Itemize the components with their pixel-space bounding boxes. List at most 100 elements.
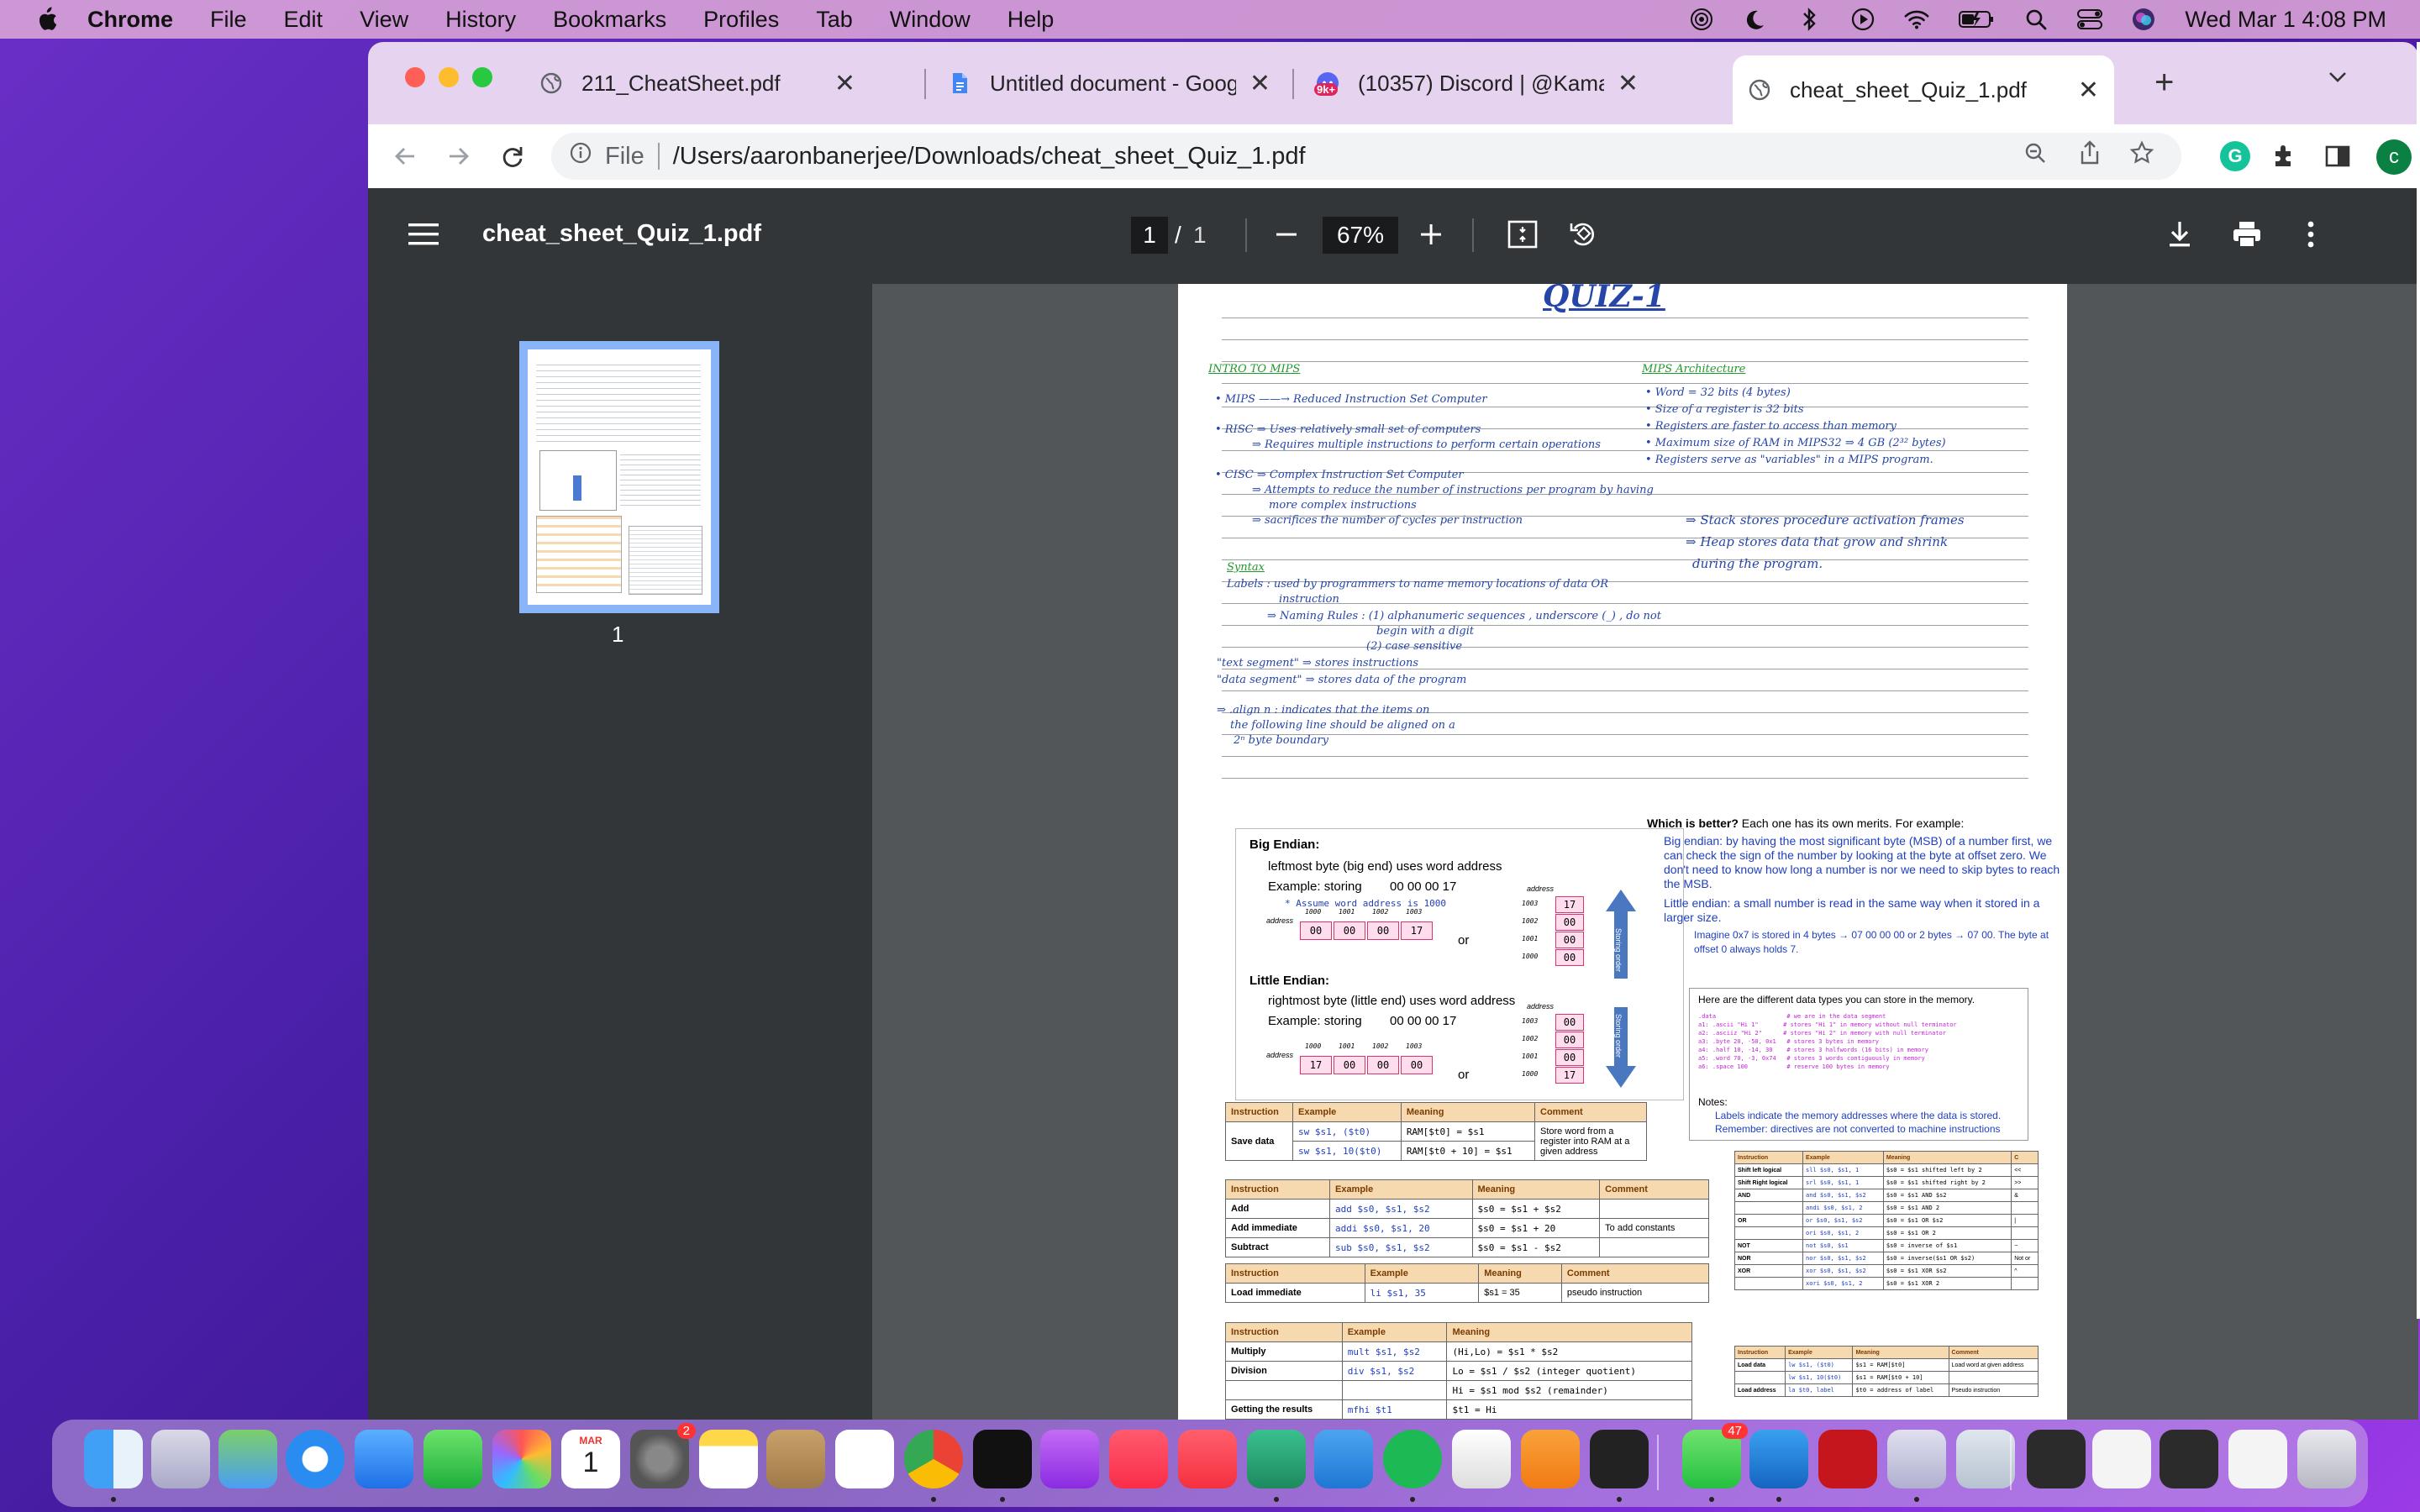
safari-icon[interactable] [286,1430,345,1488]
facetime-icon[interactable] [424,1430,482,1488]
zoom-level-input[interactable]: 67% [1323,217,1398,254]
table-row: Shift left logical sll $s0, $s1, 1 $s0 = $… [1733,1163,2039,1177]
trash-icon[interactable] [2297,1430,2356,1488]
byte-cell: 00 [1401,1056,1433,1074]
tab-cheat-sheet-quiz[interactable]: cheat_sheet_Quiz_1.pdf ✕ [1733,55,2114,124]
zoom-in-button[interactable] [1418,222,1444,251]
terminal-icon[interactable] [1590,1430,1649,1488]
rotate-icon[interactable] [1568,218,1598,253]
maps-icon[interactable] [218,1430,277,1488]
tab-211-cheatsheet[interactable]: 211_CheatSheet.pdf ✕ [524,55,871,111]
info-icon[interactable] [570,142,592,171]
contacts-icon[interactable] [766,1430,825,1488]
byte-address: 1001 [1339,1042,1355,1050]
pages-icon[interactable] [1521,1430,1580,1488]
zoom-window-button[interactable] [472,67,492,87]
bookmark-star-icon[interactable] [2129,140,2154,172]
menu-profiles[interactable]: Profiles [703,7,779,33]
forward-button[interactable] [442,139,476,173]
close-tab-icon[interactable]: ✕ [834,69,855,98]
menu-window[interactable]: Window [890,7,971,33]
more-options-icon[interactable] [2306,220,2316,253]
tab-search-icon[interactable] [2328,71,2348,88]
calendar-icon[interactable]: MAR 1 [561,1430,620,1488]
control-center-icon[interactable] [2077,7,2103,32]
wifi-icon[interactable] [1904,7,1929,32]
page-thumbnail[interactable] [519,341,719,613]
table-cell: C [2011,1151,2039,1164]
hamburger-menu-icon[interactable] [408,222,439,251]
browser-window: 211_CheatSheet.pdf ✕ Untitled document -… [368,42,2418,1420]
airdrop-icon[interactable] [1689,7,1714,32]
battery-icon[interactable] [1958,7,1995,32]
table-cell: add $s0, $s1, $s2 [1328,1199,1473,1219]
recent-window-4[interactable] [2228,1430,2287,1488]
recent-window-1[interactable] [2027,1430,2086,1488]
notes-icon[interactable] [699,1430,758,1488]
system-settings-icon[interactable]: 2 [630,1423,696,1488]
search-icon[interactable] [2023,7,2049,32]
keynote-icon[interactable] [1314,1430,1373,1488]
messages-icon[interactable]: 47 [1682,1423,1748,1488]
podcasts-icon[interactable] [1040,1430,1099,1488]
menu-file[interactable]: File [210,7,247,33]
news-icon[interactable] [1178,1430,1237,1488]
menu-edit[interactable]: Edit [284,7,324,33]
spotify-icon[interactable] [1383,1430,1442,1488]
menu-app-name[interactable]: Chrome [87,7,173,33]
play-icon[interactable] [1850,7,1876,32]
which-tail: Each one has its own merits. For example… [1738,816,1965,830]
vscode-icon[interactable] [1749,1430,1808,1488]
share-icon[interactable] [2079,140,2101,172]
apple-icon[interactable] [34,5,59,34]
java-icon[interactable] [1887,1430,1946,1488]
new-tab-button[interactable]: + [2154,64,2174,102]
finder-icon[interactable] [84,1430,143,1488]
stack-line: during the program. [1692,556,1823,571]
page-number-input[interactable]: 1 [1131,217,1168,254]
moon-icon[interactable] [1743,7,1768,32]
table-row: NOR nor $s0, $s1, $s2 $s0 = inverse($s1 OR… [1733,1252,2039,1265]
menu-tab[interactable]: Tab [816,7,853,33]
reminders-icon[interactable] [835,1430,894,1488]
close-tab-icon[interactable]: ✕ [2078,76,2099,105]
close-tab-icon[interactable]: ✕ [1618,69,1639,98]
zoom-out-button[interactable] [1274,222,1299,251]
atom-icon[interactable] [1247,1430,1306,1488]
fit-page-icon[interactable] [1507,220,1538,253]
menu-help[interactable]: Help [1007,7,1055,33]
menu-bookmarks[interactable]: Bookmarks [553,7,666,33]
apple-tv-icon[interactable] [973,1430,1032,1488]
instruments-icon[interactable] [1452,1430,1511,1488]
address-bar[interactable]: File /Users/aaronbanerjee/Downloads/chea… [551,133,2181,180]
grammarly-icon[interactable]: G [2220,141,2250,171]
side-panel-icon[interactable] [2324,143,2351,174]
photos-icon[interactable] [492,1430,551,1488]
close-tab-icon[interactable]: ✕ [1249,69,1270,98]
mail-icon[interactable] [355,1430,413,1488]
music-icon[interactable] [1109,1430,1168,1488]
minimize-window-button[interactable] [439,67,459,87]
launchpad-icon[interactable] [151,1430,210,1488]
preview-icon[interactable] [1956,1430,2015,1488]
bluetooth-icon[interactable] [1797,7,1822,32]
back-button[interactable] [388,139,422,173]
extensions-icon[interactable] [2270,143,2297,174]
tab-google-doc[interactable]: Untitled document - Google Do ✕ [933,55,1286,111]
tab-discord[interactable]: 9k+ (10357) Discord | @Kamado Ta ✕ [1301,55,1654,111]
print-icon[interactable] [2232,220,2262,253]
download-icon[interactable] [2166,220,2193,253]
zoom-icon[interactable] [2023,141,2047,171]
close-window-button[interactable] [405,67,425,87]
chrome-icon[interactable] [904,1430,963,1488]
menu-history[interactable]: History [445,7,516,33]
reload-button[interactable] [496,139,529,173]
calendar-day: 1 [582,1446,599,1478]
recent-window-3[interactable] [2160,1430,2218,1488]
menu-view[interactable]: View [360,7,408,33]
menubar-clock[interactable]: Wed Mar 1 4:08 PM [2185,7,2386,33]
siri-icon[interactable] [2131,7,2156,32]
recent-window-2[interactable] [2092,1430,2151,1488]
acrobat-icon[interactable] [1818,1430,1877,1488]
profile-avatar[interactable]: c [2376,139,2412,175]
